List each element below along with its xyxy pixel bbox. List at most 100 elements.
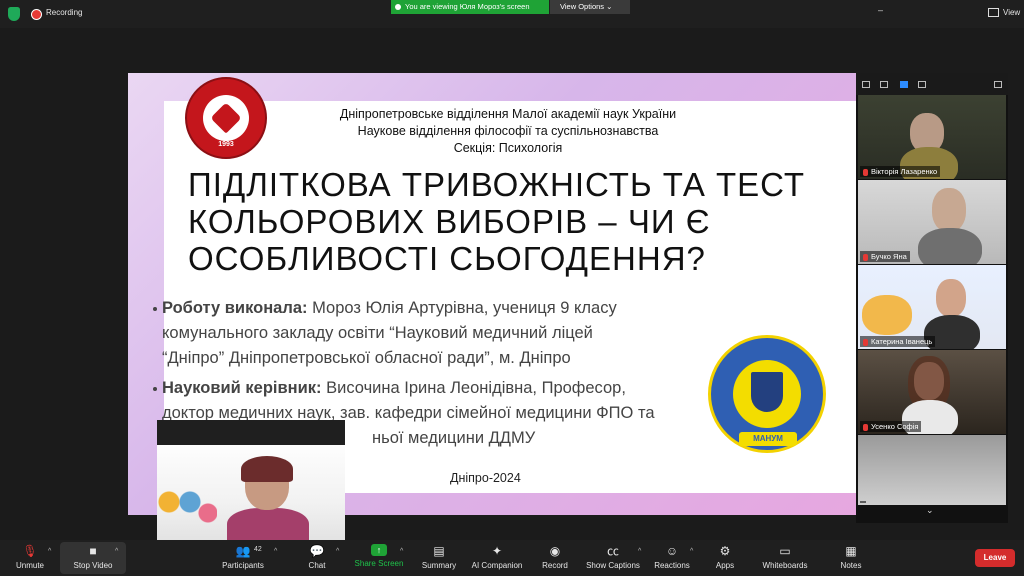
emblem-core — [733, 360, 801, 428]
reactions-chevron-icon[interactable]: ^ — [690, 548, 693, 555]
emblem-banner: МАНУМ — [739, 432, 797, 446]
mic-muted-icon — [863, 423, 868, 431]
participant-face — [936, 279, 966, 317]
self-video-overlay[interactable] — [157, 420, 345, 540]
share-screen-icon: ↑ — [371, 544, 387, 556]
record-button[interactable]: ◉ Record — [538, 544, 572, 570]
advisor-label: Науковий керівник: — [162, 379, 322, 397]
security-shield-icon[interactable] — [8, 7, 20, 21]
hide-gallery-icon[interactable] — [994, 81, 1002, 88]
share-chevron-icon[interactable]: ^ — [400, 548, 403, 555]
chat-chevron-icon[interactable]: ^ — [336, 548, 339, 555]
captions-icon: ㏄ — [606, 544, 619, 558]
grid-view-icon — [988, 8, 999, 18]
apps-button[interactable]: ⚙ Apps — [710, 544, 740, 570]
reactions-button[interactable]: ☺ Reactions — [652, 544, 692, 570]
gallery-toolbar — [856, 73, 1008, 95]
notes-label: Notes — [840, 561, 862, 570]
participants-label: Participants — [222, 561, 264, 570]
view-options-label: View Options — [560, 2, 605, 11]
participant-face — [932, 188, 966, 232]
title-line: КОЛЬОРОВИХ ВИБОРІВ – ЧИ Є — [188, 203, 711, 240]
participant-tile[interactable]: Усенко Софія — [858, 350, 1006, 434]
summary-label: Summary — [421, 561, 457, 570]
layout-icon[interactable] — [862, 81, 870, 88]
recording-label: Recording — [46, 8, 83, 17]
chat-button[interactable]: 💬 Chat — [300, 544, 334, 570]
notes-icon: ▦ — [845, 544, 857, 558]
ai-sparkle-icon: ✦ — [491, 544, 503, 558]
unmute-label: Unmute — [15, 561, 44, 570]
whiteboards-button[interactable]: ▭ Whiteboards — [758, 544, 812, 570]
chat-icon: 💬 — [309, 544, 325, 558]
participant-name — [860, 501, 866, 503]
participant-name-text: Вікторія Лазаренко — [871, 167, 938, 176]
unmute-button[interactable]: 🎙 Unmute — [10, 544, 50, 570]
leave-button[interactable]: Leave — [975, 549, 1015, 567]
lyceum-logo: 1993 — [185, 77, 267, 159]
mic-muted-icon — [863, 338, 868, 346]
participant-name: Усенко Софія — [860, 421, 922, 432]
view-button[interactable]: View — [988, 8, 1021, 18]
share-screen-button[interactable]: ↑ Share Screen — [353, 544, 405, 568]
coat-of-arms-icon — [751, 372, 783, 412]
author-text: комунального закладу освіти “Науковий ме… — [162, 324, 593, 342]
heart-icon — [210, 102, 242, 134]
share-screen-label: Share Screen — [354, 559, 404, 568]
share-status-icon — [395, 4, 401, 11]
view-options-button[interactable]: View Options ⌄ — [550, 0, 630, 14]
advisor-text: Височина Ірина Леонідівна, Професор, — [321, 379, 626, 397]
summary-button[interactable]: ▤ Summary — [418, 544, 460, 570]
participant-tile[interactable]: Вікторія Лазаренко — [858, 95, 1006, 179]
chevron-down-icon: ⌄ — [606, 2, 613, 11]
participant-tile[interactable]: Катерина Іванець — [858, 265, 1006, 349]
participant-gallery: Вікторія Лазаренко Бучко Яна Катерина Ів… — [856, 73, 1008, 523]
video-camera-icon: ■ — [89, 544, 97, 558]
participant-tile[interactable] — [858, 435, 1006, 505]
bullet-dot — [153, 307, 157, 311]
summary-icon: ▤ — [433, 544, 445, 558]
gallery-view-icon[interactable] — [918, 81, 926, 88]
org-line-3: Секція: Психологія — [453, 141, 563, 155]
author-text: Мороз Юлія Артурівна, учениця 9 класу — [307, 299, 617, 317]
video-options-chevron-icon[interactable]: ^ — [115, 548, 118, 555]
notes-button[interactable]: ▦ Notes — [834, 544, 868, 570]
participant-body — [918, 228, 982, 264]
apps-icon: ⚙ — [719, 544, 731, 558]
participant-body — [227, 508, 309, 540]
bullet-dot — [153, 387, 157, 391]
participant-hair — [241, 456, 293, 482]
participants-chevron-icon[interactable]: ^ — [274, 548, 277, 555]
whiteboards-label: Whiteboards — [762, 561, 808, 570]
layout-icon[interactable] — [880, 81, 888, 88]
scroll-down-chevron-icon[interactable]: ⌄ — [926, 505, 934, 516]
title-line: ПІДЛІТКОВА ТРИВОЖНІСТЬ ТА ТЕСТ — [188, 166, 806, 203]
screen-share-banner: You are viewing Юля Мороз's screen — [391, 0, 549, 14]
reactions-icon: ☺ — [665, 544, 679, 558]
org-line-2: Наукове відділення філософії та суспільн… — [357, 124, 659, 138]
participant-name: Бучко Яна — [860, 251, 910, 262]
virtual-background-graphic — [157, 480, 217, 535]
meeting-toolbar: 🎙 Unmute ^ ■ Stop Video ^ 👥 Participants… — [0, 540, 1024, 576]
show-captions-button[interactable]: ㏄ Show Captions — [584, 544, 642, 570]
speaker-view-icon[interactable] — [900, 81, 908, 88]
chat-label: Chat — [308, 561, 326, 570]
participant-name: Вікторія Лазаренко — [860, 166, 941, 177]
participant-tile[interactable]: Бучко Яна — [858, 180, 1006, 264]
audio-options-chevron-icon[interactable]: ^ — [48, 548, 51, 555]
mic-muted-icon — [863, 253, 868, 261]
apps-label: Apps — [715, 561, 735, 570]
logo-inner — [203, 95, 249, 141]
logo-year: 1993 — [218, 141, 234, 148]
captions-chevron-icon[interactable]: ^ — [638, 548, 641, 555]
author-bullet: Роботу виконала: Мороз Юлія Артурівна, у… — [153, 296, 722, 371]
view-label: View — [1003, 8, 1021, 17]
record-label: Record — [542, 561, 568, 570]
participant-name-text: Усенко Софія — [871, 422, 919, 431]
stop-video-button[interactable]: ■ Stop Video — [66, 544, 120, 570]
top-bar: Recording You are viewing Юля Мороз's sc… — [0, 0, 1024, 28]
participant-name-text: Бучко Яна — [871, 252, 907, 261]
title-line: ОСОБЛИВОСТІ СЬОГОДЕННЯ? — [188, 240, 706, 277]
ai-companion-button[interactable]: ✦ AI Companion — [469, 544, 525, 570]
minimize-icon[interactable]: – — [878, 5, 883, 15]
